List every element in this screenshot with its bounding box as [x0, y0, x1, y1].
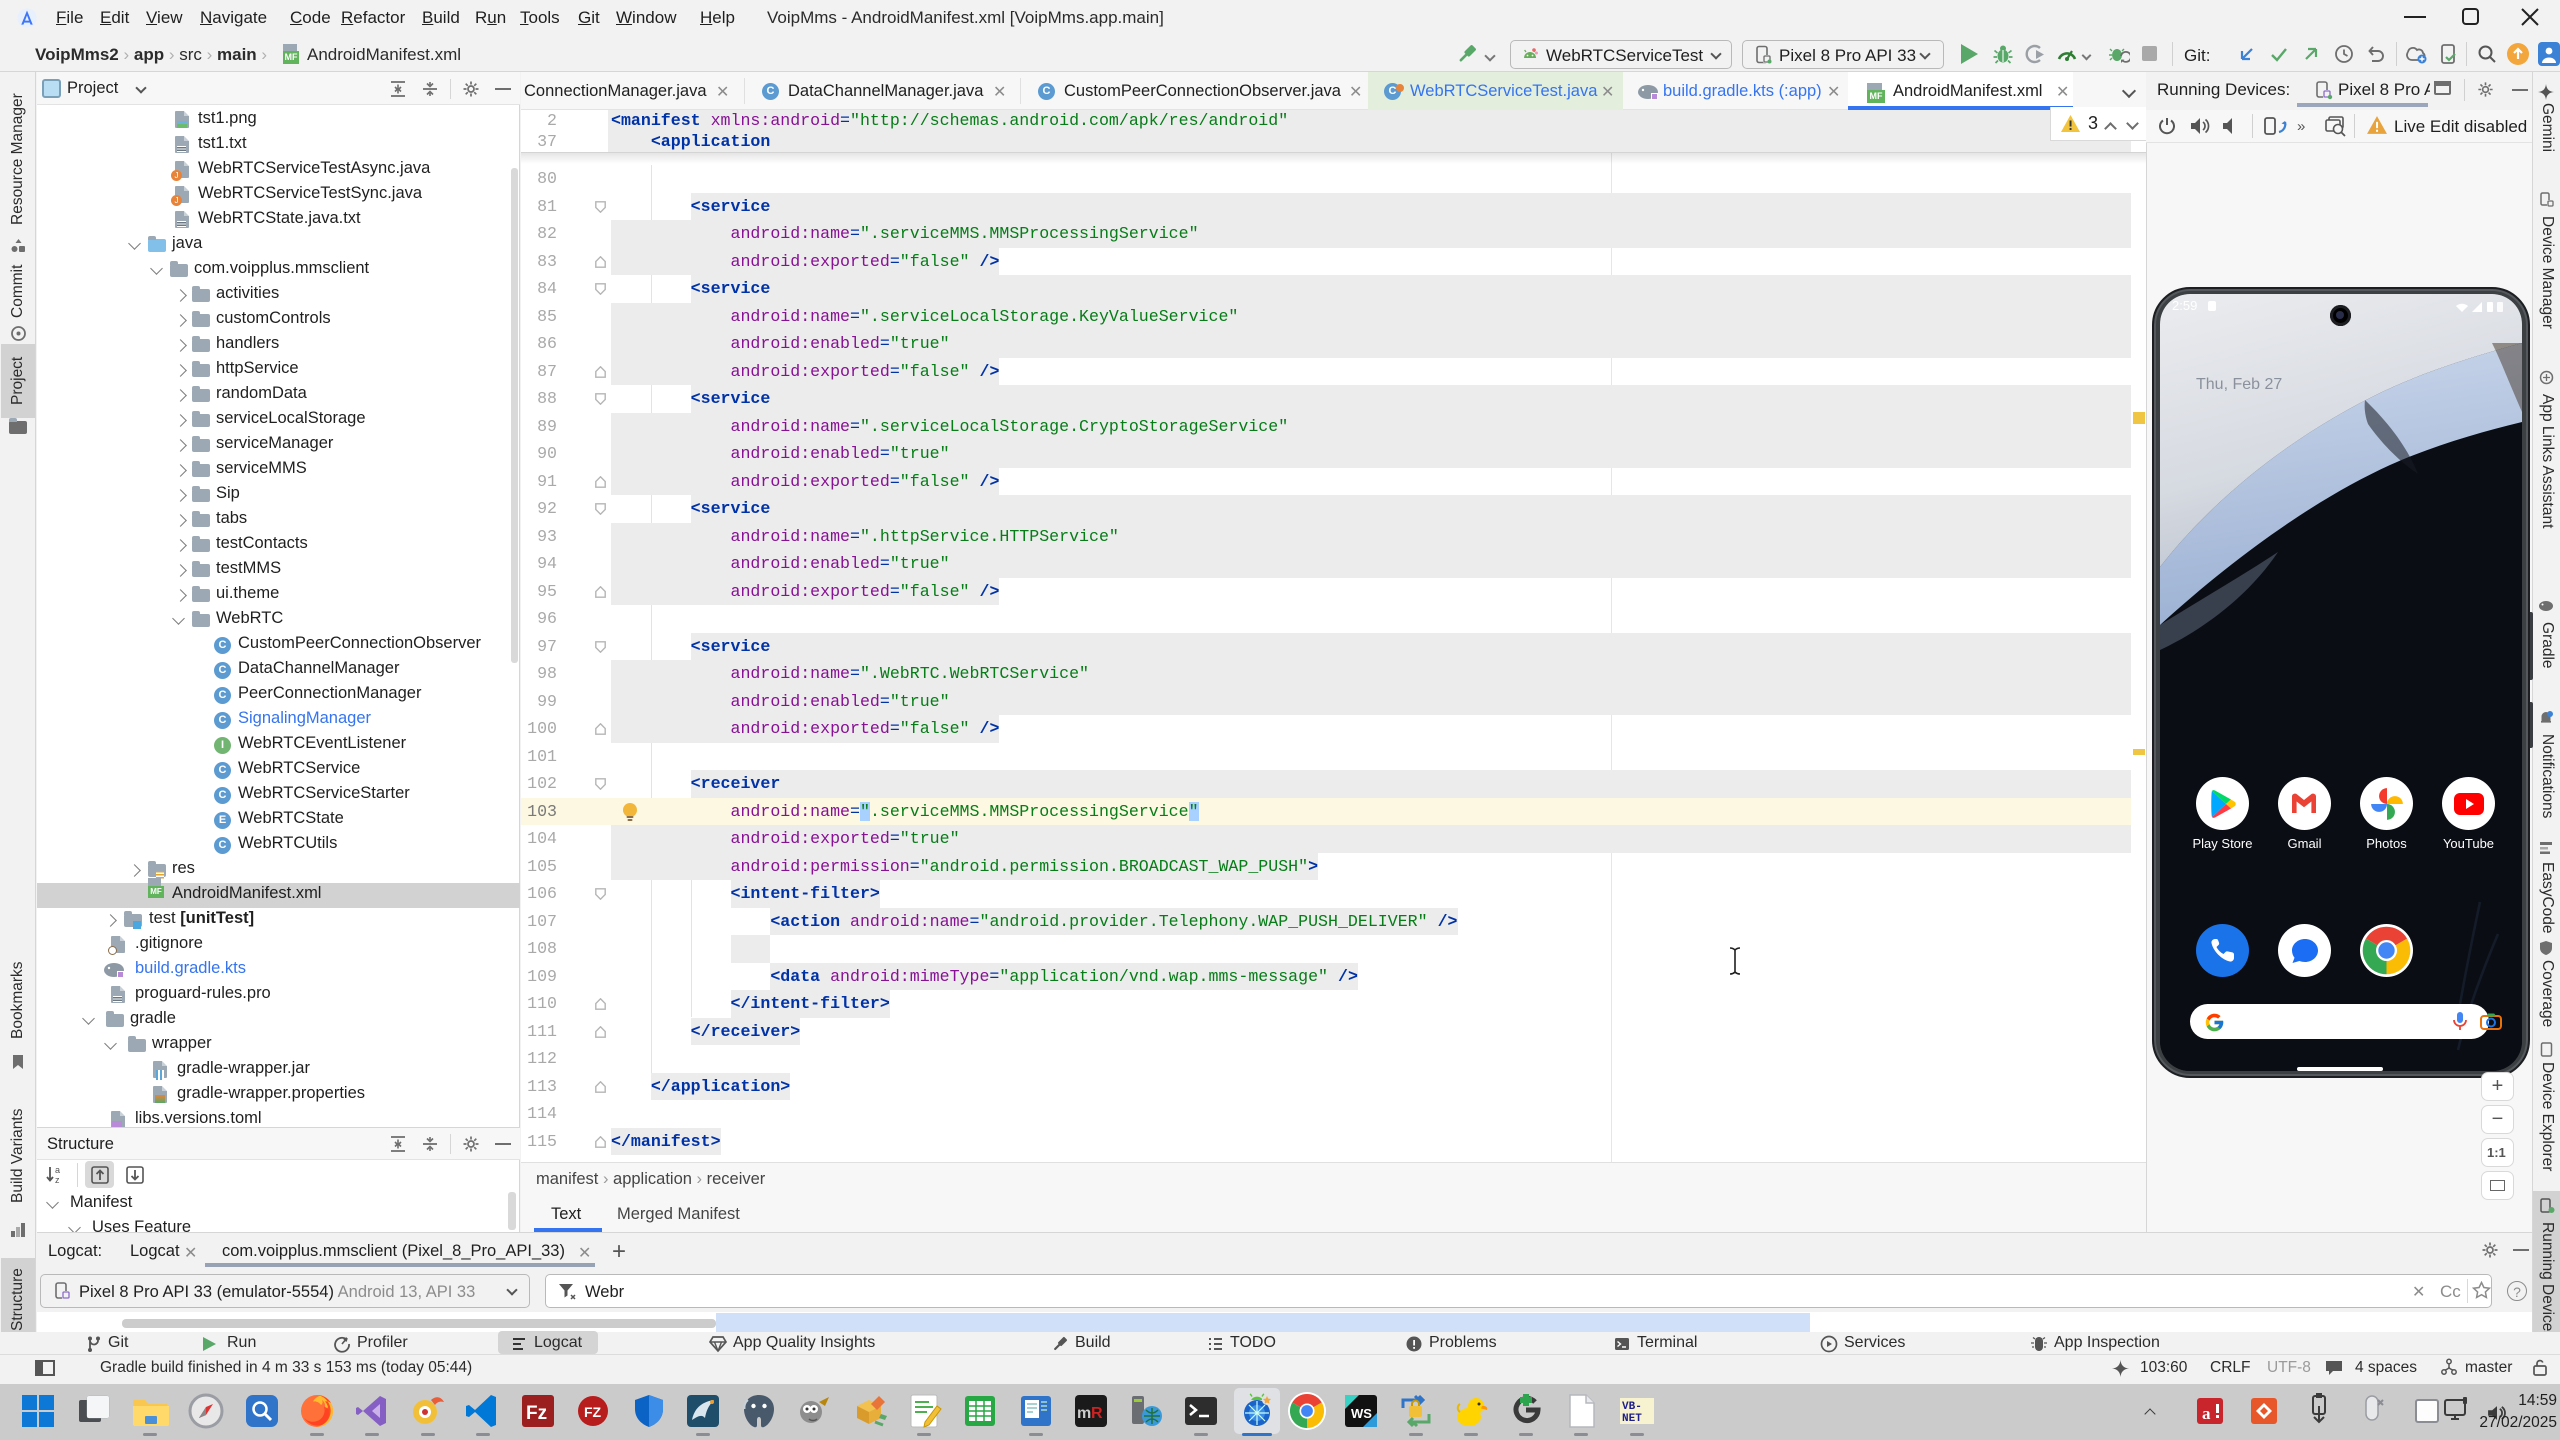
svg-text:NET: NET	[1622, 1413, 1642, 1425]
svg-text:a: a	[55, 1165, 60, 1175]
svg-text:WS: WS	[1351, 1406, 1372, 1421]
svg-text:FZ: FZ	[584, 1404, 602, 1420]
svg-text:a: a	[2202, 1404, 2211, 1423]
svg-text:m: m	[1077, 1405, 1091, 1422]
svg-text:VB-: VB-	[1622, 1401, 1642, 1413]
svg-text:z: z	[55, 1175, 60, 1185]
svg-text:Fz: Fz	[526, 1403, 547, 1424]
svg-text:R: R	[1091, 1405, 1103, 1422]
